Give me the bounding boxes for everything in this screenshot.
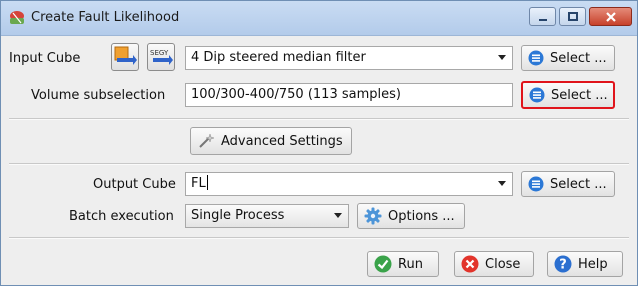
close-icon [605,12,616,22]
select-label: Select ... [550,176,607,192]
segy-arrow-icon: SEGY [150,49,173,65]
help-label: Help [578,256,608,272]
options-button[interactable]: Options ... [357,203,465,229]
chevron-down-icon [498,181,506,186]
advanced-settings-button[interactable]: Advanced Settings [190,127,352,155]
orange-cube-arrow-icon [114,46,137,65]
input-from-segy-button[interactable]: SEGY [147,43,175,71]
svg-text:SEGY: SEGY [150,49,169,57]
output-cube-select-button[interactable]: Select ... [521,171,615,197]
batch-execution-combo[interactable]: Single Process [185,204,349,228]
volume-subselection-select-button[interactable]: Select ... [521,81,615,109]
blue-list-icon [528,50,544,66]
window-close-button[interactable] [589,7,632,26]
text-cursor [206,175,208,190]
input-from-stored-button[interactable] [111,43,139,71]
maximize-icon [567,12,578,21]
input-cube-combo[interactable]: 4 Dip steered median filter [185,46,513,70]
title-bar[interactable]: Create Fault Likelihood [1,1,637,36]
close-button[interactable]: Close [454,251,534,277]
run-label: Run [398,256,423,272]
maximize-button[interactable] [559,7,586,26]
input-cube-value: 4 Dip steered median filter [191,50,366,65]
svg-text:?: ? [559,258,567,273]
output-cube-combo[interactable]: FL [185,172,513,196]
volume-subselection-field[interactable]: 100/300-400/750 (113 samples) [185,83,513,107]
minimize-icon [538,19,547,21]
window-title: Create Fault Likelihood [31,10,180,25]
advanced-settings-label: Advanced Settings [221,133,343,149]
blue-list-icon [529,87,545,103]
wand-icon [199,133,215,148]
output-cube-value: FL [191,176,206,191]
red-x-icon [461,255,479,273]
chevron-down-icon [334,213,342,218]
blue-list-icon [528,176,544,192]
separator [9,118,629,120]
minimize-button[interactable] [529,7,556,26]
volume-subselection-value: 100/300-400/750 (113 samples) [191,87,401,102]
volume-subselection-label: Volume subselection [31,88,166,103]
gear-icon [364,207,382,225]
separator [9,237,629,239]
create-fault-likelihood-dialog: Create Fault Likelihood Input Cube SEGY … [0,0,638,286]
output-cube-label: Output Cube [93,177,176,192]
batch-execution-label: Batch execution [69,209,174,224]
fault-app-icon [10,11,24,24]
chevron-down-icon [498,55,506,60]
select-label: Select ... [550,50,607,66]
run-button[interactable]: Run [367,251,439,277]
close-label: Close [485,256,521,272]
select-label: Select ... [551,87,608,103]
green-check-icon [374,255,392,273]
blue-question-icon: ? [554,255,572,273]
separator [9,163,629,165]
batch-execution-value: Single Process [191,208,285,223]
help-button[interactable]: ? Help [547,251,623,277]
options-label: Options ... [388,208,455,224]
input-cube-label: Input Cube [9,51,81,66]
input-cube-select-button[interactable]: Select ... [521,45,615,71]
